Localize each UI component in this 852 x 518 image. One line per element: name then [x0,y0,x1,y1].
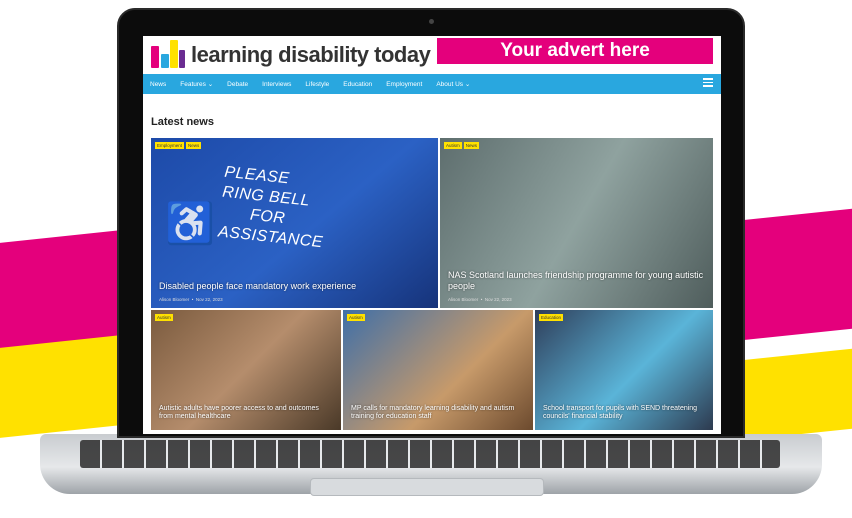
article-date: Nov 22, 2023 [484,297,512,302]
nav-item-employment[interactable]: Employment [379,81,429,88]
article-author[interactable]: Alison Bloomer [159,297,189,302]
article-headline[interactable]: NAS Scotland launches friendship program… [448,270,705,293]
tag-row: Autism News [444,142,480,149]
news-card[interactable]: ♿ PLEASE RING BELL FOR ASSISTANCE Employ… [151,138,438,308]
category-tag[interactable]: Autism [155,314,173,321]
article-date: Nov 22, 2023 [195,297,223,302]
nav-item-about-us[interactable]: About Us ⌄ [429,80,477,88]
article-meta: Alison Bloomer • Nov 22, 2023 [159,297,223,302]
article-meta: Alison Bloomer • Nov 22, 2023 [448,297,512,302]
category-tag[interactable]: Employment [155,142,185,149]
article-headline[interactable]: School transport for pupils with SEND th… [543,405,705,423]
tag-row: Employment News [155,142,202,149]
article-author[interactable]: Alison Bloomer [448,297,478,302]
article-headline[interactable]: Disabled people face mandatory work expe… [159,281,430,292]
category-tag[interactable]: Autism [347,314,365,321]
sign-text: PLEASE RING BELL FOR ASSISTANCE [217,163,330,254]
article-headline[interactable]: Autistic adults have poorer access to an… [159,405,333,423]
news-card[interactable]: Autism MP calls for mandatory learning d… [343,310,533,430]
nav-item-lifestyle[interactable]: Lifestyle [298,81,336,88]
wheelchair-icon: ♿ [165,202,215,246]
category-tag[interactable]: Autism [444,142,462,149]
tag-row: Education [539,314,564,321]
tag-row: Autism [347,314,365,321]
webcam-icon [429,19,434,24]
category-tag[interactable]: Education [539,314,564,321]
ldt-logo[interactable] [151,40,185,68]
laptop-trackpad [310,478,544,496]
site-header: learning disability today Your advert he… [143,36,721,70]
nav-item-debate[interactable]: Debate [220,81,255,88]
article-headline[interactable]: MP calls for mandatory learning disabili… [351,405,525,423]
news-card[interactable]: Education School transport for pupils wi… [535,310,713,430]
news-card[interactable]: Autism News NAS Scotland launches friend… [440,138,713,308]
main-nav: News Features ⌄ Debate Interviews Lifest… [143,74,721,94]
hamburger-icon[interactable] [703,78,713,89]
news-card[interactable]: Autism Autistic adults have poorer acces… [151,310,341,430]
laptop-screen: learning disability today Your advert he… [143,36,721,434]
advert-banner[interactable]: Your advert here [437,38,713,64]
tag-row: Autism [155,314,173,321]
section-title: Latest news [151,116,214,128]
laptop-lid: learning disability today Your advert he… [117,8,745,438]
laptop-keyboard [80,440,780,468]
status-lights: • • • [755,495,792,506]
nav-item-features[interactable]: Features ⌄ [173,80,220,88]
nav-item-education[interactable]: Education [336,81,379,88]
nav-item-news[interactable]: News [143,81,173,88]
nav-item-interviews[interactable]: Interviews [255,81,298,88]
yellow-stripe-right [732,348,852,442]
category-tag[interactable]: News [186,142,202,149]
pink-stripe-right [732,208,852,342]
category-tag[interactable]: News [463,142,480,149]
site-name[interactable]: learning disability today [191,42,431,68]
